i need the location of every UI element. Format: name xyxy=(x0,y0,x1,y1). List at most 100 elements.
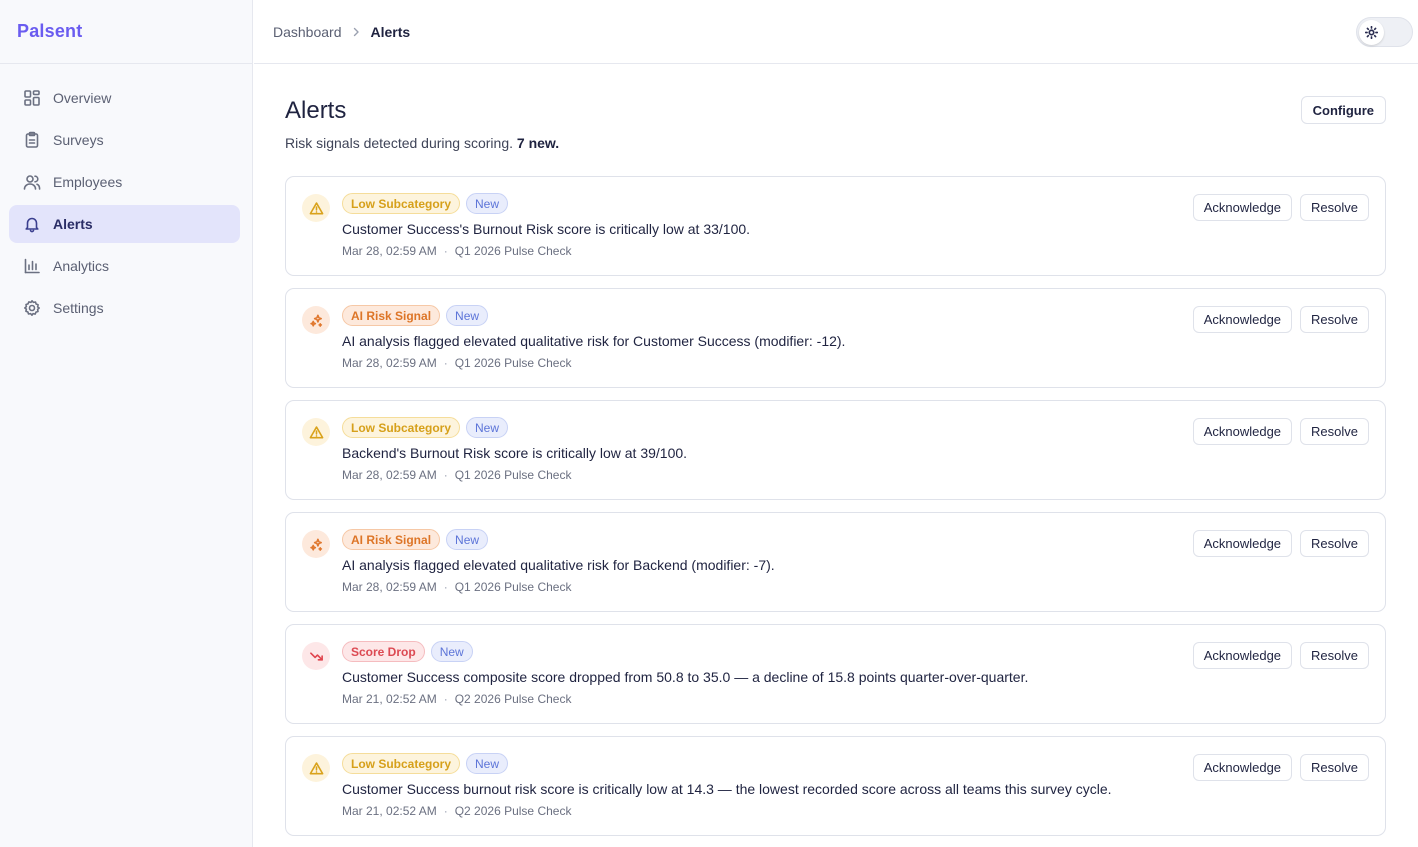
alert-survey: Q1 2026 Pulse Check xyxy=(454,356,572,370)
alert-card: Low Subcategory New Customer Success's B… xyxy=(285,176,1386,276)
chevron-right-icon xyxy=(352,27,361,37)
alert-card: Low Subcategory New Backend's Burnout Ri… xyxy=(285,400,1386,500)
sidebar-item-settings[interactable]: Settings xyxy=(9,289,240,327)
resolve-button[interactable]: Resolve xyxy=(1300,194,1369,221)
sidebar-item-label: Analytics xyxy=(53,258,110,274)
meta-separator: · xyxy=(443,580,448,594)
alert-timestamp: Mar 21, 02:52 AM xyxy=(342,804,437,818)
resolve-button[interactable]: Resolve xyxy=(1300,642,1369,669)
alert-message: Customer Success's Burnout Risk score is… xyxy=(342,221,751,237)
alert-type-badge: Score Drop xyxy=(342,641,425,662)
acknowledge-button[interactable]: Acknowledge xyxy=(1192,754,1293,781)
acknowledge-button[interactable]: Acknowledge xyxy=(1192,306,1293,333)
sun-icon xyxy=(1365,26,1378,39)
warning-triangle-icon xyxy=(309,425,323,438)
theme-toggle-knob xyxy=(1359,20,1384,45)
acknowledge-button[interactable]: Acknowledge xyxy=(1192,418,1293,445)
page-subtitle-text: Risk signals detected during scoring. xyxy=(285,135,514,151)
alert-meta: Mar 21, 02:52 AM · Q2 2026 Pulse Check xyxy=(342,692,571,706)
resolve-button[interactable]: Resolve xyxy=(1300,306,1369,333)
alert-tags: Low Subcategory New xyxy=(342,193,509,214)
alert-timestamp: Mar 28, 02:59 AM xyxy=(342,468,437,482)
alert-type-badge: Low Subcategory xyxy=(342,193,461,214)
sidebar-item-label: Overview xyxy=(53,90,112,106)
sidebar-item-employees[interactable]: Employees xyxy=(9,163,240,201)
breadcrumb-dashboard-link[interactable]: Dashboard xyxy=(273,24,342,40)
status-badge: New xyxy=(430,641,473,662)
alert-type-icon xyxy=(302,530,330,558)
alert-card: Score Drop New Customer Success composit… xyxy=(285,624,1386,724)
alert-message: AI analysis flagged elevated qualitative… xyxy=(342,557,775,573)
alert-type-icon xyxy=(302,194,330,222)
meta-separator: · xyxy=(443,244,448,258)
status-badge: New xyxy=(446,529,489,550)
sparkles-icon xyxy=(309,314,322,327)
alert-actions: Acknowledge Resolve xyxy=(1192,530,1369,557)
alert-meta: Mar 28, 02:59 AM · Q1 2026 Pulse Check xyxy=(342,244,571,258)
sidebar-item-overview[interactable]: Overview xyxy=(9,79,240,117)
alert-type-badge: Low Subcategory xyxy=(342,753,461,774)
sidebar-item-analytics[interactable]: Analytics xyxy=(9,247,240,285)
alert-tags: Low Subcategory New xyxy=(342,753,509,774)
acknowledge-button[interactable]: Acknowledge xyxy=(1192,194,1293,221)
alert-card: AI Risk Signal New AI analysis flagged e… xyxy=(285,512,1386,612)
resolve-button[interactable]: Resolve xyxy=(1300,754,1369,781)
breadcrumb: Dashboard Alerts xyxy=(273,24,410,40)
status-badge: New xyxy=(446,305,489,326)
resolve-button[interactable]: Resolve xyxy=(1300,530,1369,557)
alert-timestamp: Mar 21, 02:52 AM xyxy=(342,692,437,706)
alert-tags: Low Subcategory New xyxy=(342,417,509,438)
new-alerts-count: 7 new. xyxy=(516,135,560,151)
sidebar-item-alerts[interactable]: Alerts xyxy=(9,205,240,243)
meta-separator: · xyxy=(443,468,448,482)
alert-type-badge: AI Risk Signal xyxy=(342,529,441,550)
breadcrumb-current: Alerts xyxy=(370,23,411,40)
clipboard-icon xyxy=(25,131,39,148)
status-badge: New xyxy=(466,417,509,438)
sidebar: Palsent Overview Surveys Employees Alert… xyxy=(0,0,253,847)
configure-button[interactable]: Configure xyxy=(1300,96,1386,124)
alerts-list: Low Subcategory New Customer Success's B… xyxy=(285,176,1386,847)
alert-survey: Q2 2026 Pulse Check xyxy=(454,804,572,818)
alert-type-badge: AI Risk Signal xyxy=(342,305,441,326)
sidebar-item-label: Alerts xyxy=(53,216,93,232)
alert-actions: Acknowledge Resolve xyxy=(1192,754,1369,781)
alert-meta: Mar 28, 02:59 AM · Q1 2026 Pulse Check xyxy=(342,580,571,594)
alert-message: Customer Success composite score dropped… xyxy=(342,669,1029,685)
alert-actions: Acknowledge Resolve xyxy=(1192,642,1369,669)
sidebar-item-surveys[interactable]: Surveys xyxy=(9,121,240,159)
theme-toggle[interactable] xyxy=(1356,17,1413,47)
status-badge: New xyxy=(466,193,509,214)
status-badge: New xyxy=(466,753,509,774)
alert-meta: Mar 28, 02:59 AM · Q1 2026 Pulse Check xyxy=(342,468,571,482)
alert-message: Backend's Burnout Risk score is critical… xyxy=(342,445,688,461)
alert-meta: Mar 28, 02:59 AM · Q1 2026 Pulse Check xyxy=(342,356,571,370)
alert-timestamp: Mar 28, 02:59 AM xyxy=(342,244,437,258)
bar-chart-icon xyxy=(24,258,40,274)
alert-meta: Mar 21, 02:52 AM · Q2 2026 Pulse Check xyxy=(342,804,571,818)
meta-separator: · xyxy=(443,804,448,818)
topbar: Dashboard Alerts xyxy=(254,0,1418,64)
app-logo[interactable]: Palsent xyxy=(0,0,252,64)
main-content: Alerts Risk signals detected during scor… xyxy=(254,65,1418,847)
sidebar-item-label: Settings xyxy=(53,300,104,316)
alert-type-icon xyxy=(302,642,330,670)
alert-timestamp: Mar 28, 02:59 AM xyxy=(342,356,437,370)
alert-survey: Q1 2026 Pulse Check xyxy=(454,580,572,594)
alert-tags: AI Risk Signal New xyxy=(342,529,489,550)
acknowledge-button[interactable]: Acknowledge xyxy=(1192,530,1293,557)
alert-type-icon xyxy=(302,306,330,334)
alert-card: AI Risk Signal New AI analysis flagged e… xyxy=(285,288,1386,388)
alert-tags: AI Risk Signal New xyxy=(342,305,489,326)
alert-actions: Acknowledge Resolve xyxy=(1192,194,1369,221)
resolve-button[interactable]: Resolve xyxy=(1300,418,1369,445)
page-title: Alerts xyxy=(285,97,347,124)
meta-separator: · xyxy=(443,692,448,706)
acknowledge-button[interactable]: Acknowledge xyxy=(1192,642,1293,669)
alert-tags: Score Drop New xyxy=(342,641,473,662)
alert-message: Customer Success burnout risk score is c… xyxy=(342,781,1112,797)
alert-survey: Q1 2026 Pulse Check xyxy=(454,244,572,258)
bell-icon xyxy=(25,217,39,233)
alert-actions: Acknowledge Resolve xyxy=(1192,306,1369,333)
warning-triangle-icon xyxy=(309,201,323,214)
